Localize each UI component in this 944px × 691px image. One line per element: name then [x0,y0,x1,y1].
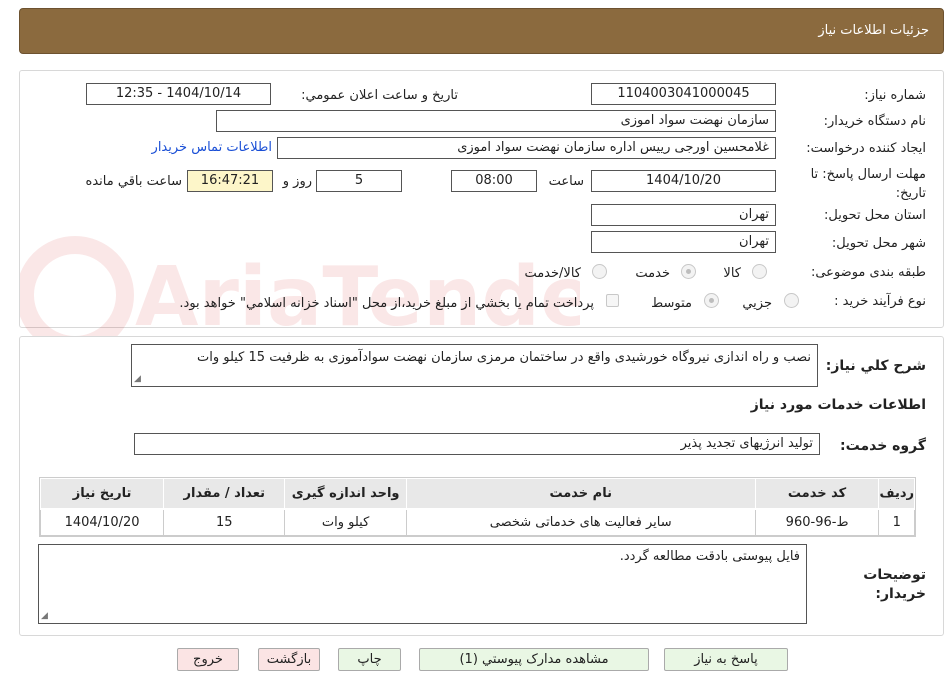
process-medium-radio[interactable] [704,293,719,308]
exit-button[interactable]: خروج [177,648,239,671]
deadline-time-field: 08:00 [451,170,537,192]
cell-service-name: سایر فعالیت های خدماتی شخصی [405,508,756,536]
process-label: نوع فرآیند خرید : [834,294,926,309]
category-goods-label: کالا [723,266,741,281]
resize-grip-icon[interactable]: ◢ [41,612,48,621]
category-label: طبقه بندی موضوعی: [810,265,926,280]
remaining-time-field: 16:47:21 [187,170,273,192]
buyer-org-label: نام دستگاه خريدار: [823,114,926,129]
col-row-number: رديف [878,478,915,510]
col-service-code: کد خدمت [754,478,880,510]
page-title: جزئیات اطلاعات نیاز [818,23,929,38]
buyer-notes-field[interactable]: فایل پیوستی بادقت مطالعه گردد. ◢ [38,544,807,624]
view-attachments-button[interactable]: مشاهده مدارک پيوستي (1) [419,648,649,671]
reply-button[interactable]: پاسخ به نياز [664,648,788,671]
buyer-contact-link[interactable]: اطلاعات تماس خريدار [152,140,272,155]
page-header: جزئیات اطلاعات نیاز [19,8,944,54]
col-service-name: نام خدمت [405,478,756,510]
city-label: شهر محل تحويل: [831,236,926,251]
buyer-notes-text: فایل پیوستی بادقت مطالعه گردد. [619,549,800,564]
col-need-date: تاريخ نياز [39,478,165,510]
buyer-org-field: سازمان نهضت سواد اموزی [216,110,776,132]
cell-unit: کیلو وات [284,508,407,536]
process-medium-label: متوسط [651,296,692,311]
category-both-radio[interactable] [592,264,607,279]
services-table: رديف کد خدمت نام خدمت واحد اندازه گيری ت… [39,477,916,537]
category-service-label: خدمت [635,266,670,281]
province-field: تهران [591,204,776,226]
print-button[interactable]: چاپ [338,648,401,671]
service-group-label: گروه خدمت: [840,438,926,454]
cell-service-code: ط-96-960 [754,508,880,536]
col-unit: واحد اندازه گيری [284,478,407,510]
col-quantity: تعداد / مقدار [163,478,286,510]
payment-note: پرداخت تمام يا بخشي از مبلغ خريد،از محل … [179,296,594,311]
buyer-notes-label: توضيحات خريدار: [863,567,926,602]
category-service-radio[interactable] [681,264,696,279]
city-field: تهران [591,231,776,253]
treasury-payment-checkbox[interactable] [606,294,619,307]
back-button[interactable]: بازگشت [258,648,320,671]
days-label: روز و [282,174,312,189]
deadline-date-field: 1404/10/20 [591,170,776,192]
province-label: استان محل تحويل: [824,208,926,223]
cell-quantity: 15 [163,508,286,536]
announce-field: 1404/10/14 - 12:35 [86,83,271,105]
process-minor-label: جزيي [742,296,772,311]
description-field[interactable]: نصب و راه اندازی نیروگاه خورشیدی واقع در… [131,344,818,387]
description-text: نصب و راه اندازی نیروگاه خورشیدی واقع در… [196,350,811,365]
category-both-label: کالا/خدمت [524,266,581,281]
process-minor-radio[interactable] [784,293,799,308]
announce-label: تاریخ و ساعت اعلان عمومي: [301,88,458,103]
deadline-time-label: ساعت [548,174,584,189]
table-header-row: رديف کد خدمت نام خدمت واحد اندازه گيری ت… [39,478,915,510]
need-number-field: 1104003041000045 [591,83,776,105]
description-label: شرح كلي نياز: [825,358,926,374]
services-section-title: اطلاعات خدمات مورد نياز [750,397,926,413]
requester-field: غلامحسین اورجی رييس اداره سازمان نهضت سو… [277,137,776,159]
resize-grip-icon[interactable]: ◢ [134,375,141,384]
days-field: 5 [316,170,402,192]
cell-need-date: 1404/10/20 [39,508,165,536]
remaining-label: ساعت باقي مانده [85,174,182,189]
need-number-label: شماره نیاز: [864,88,926,103]
requester-label: ایجاد کننده درخواست: [806,141,926,156]
deadline-label: مهلت ارسال پاسخ: تا تاريخ: [810,167,926,201]
category-goods-radio[interactable] [752,264,767,279]
table-row: 1 ط-96-960 سایر فعالیت های خدماتی شخصی ک… [39,508,915,536]
cell-row-number: 1 [878,508,915,536]
service-group-field: تولید انرژیهای تجدید پذیر [134,433,820,455]
